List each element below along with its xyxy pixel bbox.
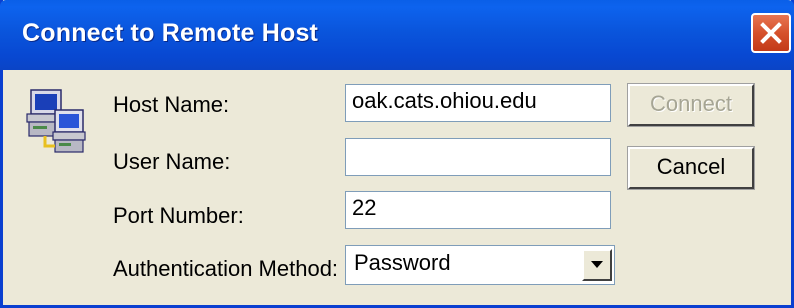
user-name-field[interactable] <box>345 138 611 176</box>
user-name-label: User Name: <box>113 149 231 174</box>
auth-method-value: Password <box>354 250 451 275</box>
host-name-field[interactable]: oak.cats.ohiou.edu <box>345 84 611 122</box>
dialog-title: Connect to Remote Host <box>22 19 319 47</box>
close-icon <box>760 22 782 44</box>
close-button[interactable] <box>751 13 791 53</box>
host-name-label: Host Name: <box>113 92 230 117</box>
cancel-button[interactable]: Cancel <box>627 146 755 190</box>
networked-computers-icon <box>26 89 86 153</box>
title-bar[interactable]: Connect to Remote Host <box>0 0 794 70</box>
connect-button[interactable]: Connect <box>627 83 755 127</box>
dialog-body: Host Name: oak.cats.ohiou.edu User Name:… <box>3 70 791 305</box>
connect-dialog: Connect to Remote Host Host Name: oak.ca… <box>0 0 794 308</box>
auth-method-select[interactable]: Password <box>345 245 615 285</box>
auth-method-label: Authentication Method: <box>113 256 339 281</box>
chevron-down-icon <box>591 261 603 268</box>
port-number-label: Port Number: <box>113 203 244 228</box>
port-number-field[interactable]: 22 <box>345 191 611 229</box>
auth-method-dropdown-button[interactable] <box>582 249 612 281</box>
